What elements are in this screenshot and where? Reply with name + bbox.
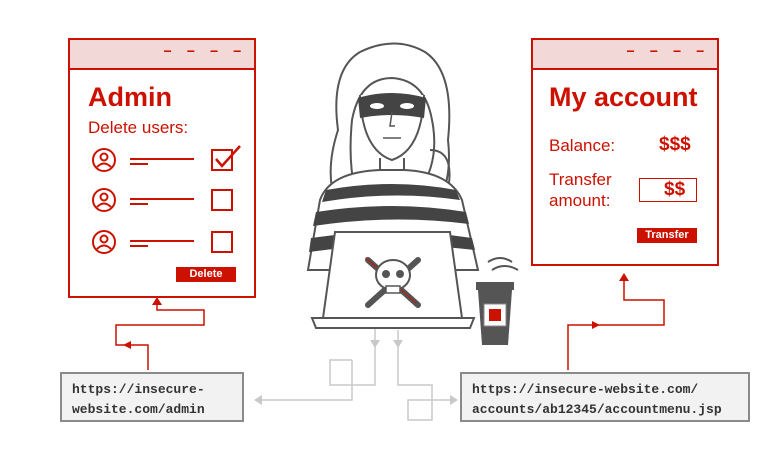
coffee-cup-icon — [476, 257, 519, 345]
admin-url-line1: https://insecure- — [72, 382, 205, 397]
admin-url-line2: website.com/admin — [72, 402, 205, 417]
account-url-line2: accounts/ab12345/accountmenu.jsp — [472, 402, 722, 417]
account-url-box: https://insecure-website.com/ accounts/a… — [460, 372, 750, 422]
admin-url-box: https://insecure- website.com/admin — [60, 372, 244, 422]
account-url-line1: https://insecure-website.com/ — [472, 382, 699, 397]
